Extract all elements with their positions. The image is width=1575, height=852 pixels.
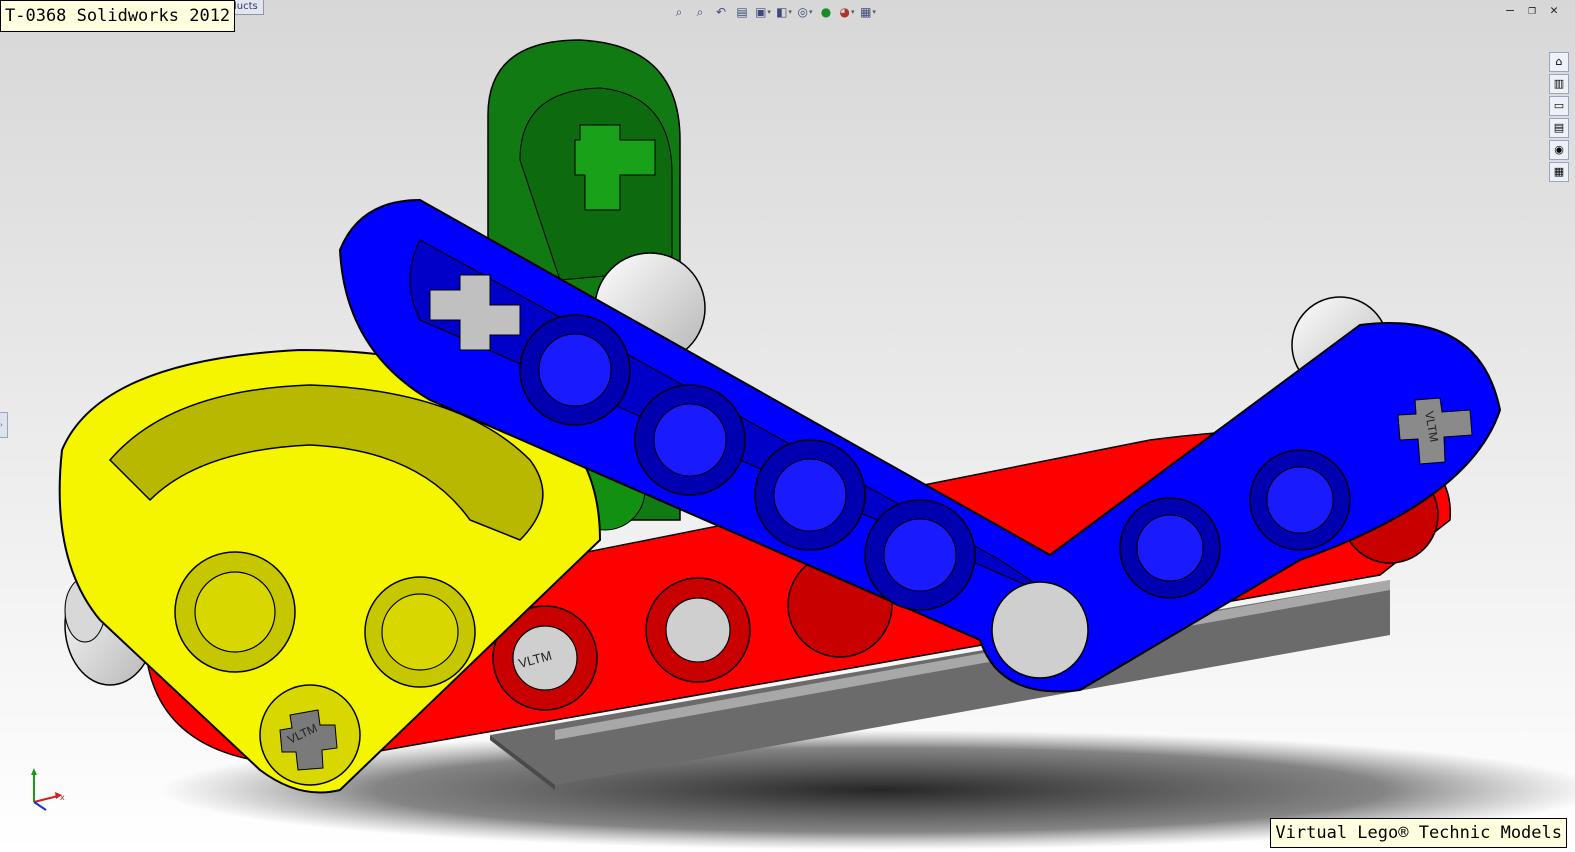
view-orientation-icon[interactable]: ▣ ▾ bbox=[754, 3, 772, 21]
section-view-icon[interactable]: ▤ bbox=[733, 3, 751, 21]
model-scene[interactable]: VLTM VLTM VLTM bbox=[0, 0, 1575, 852]
home-icon[interactable]: ⌂ bbox=[1549, 52, 1569, 72]
display-style-icon[interactable]: ◧ ▾ bbox=[775, 3, 793, 21]
zoom-to-fit-icon[interactable]: ⌕ bbox=[670, 3, 688, 21]
graphics-area[interactable]: VLTM VLTM VLTM T-0368 Solidworks 2012 od… bbox=[0, 0, 1575, 852]
file-explorer-icon[interactable]: ▭ bbox=[1549, 96, 1569, 116]
reference-triad-icon: x bbox=[31, 768, 65, 811]
design-library-icon[interactable]: ▥ bbox=[1549, 74, 1569, 94]
window-controls: – ❐ ✕ bbox=[1503, 4, 1561, 18]
task-pane: ⌂ ▥ ▭ ▤ ◉ ▦ bbox=[1549, 52, 1569, 182]
watermark-label: Virtual Lego® Technic Models bbox=[1270, 818, 1567, 848]
zoom-area-icon[interactable]: ⌕ bbox=[691, 3, 709, 21]
previous-view-icon[interactable]: ↶ bbox=[712, 3, 730, 21]
appearances-icon[interactable]: ◉ bbox=[1549, 140, 1569, 160]
view-palette-icon[interactable]: ▤ bbox=[1549, 118, 1569, 138]
restore-icon[interactable]: ❐ bbox=[1525, 4, 1539, 18]
view-settings-icon[interactable]: ▦ ▾ bbox=[859, 3, 877, 21]
edit-appearance-icon[interactable]: ● bbox=[817, 3, 835, 21]
hide-show-icon[interactable]: ◎ ▾ bbox=[796, 3, 814, 21]
panel-collapse-handle[interactable]: › bbox=[0, 412, 8, 438]
apply-scene-icon[interactable]: ◕ ▾ bbox=[838, 3, 856, 21]
model-id-label: T-0368 Solidworks 2012 bbox=[0, 0, 236, 32]
blue-beam-center-pin bbox=[991, 581, 1089, 679]
close-icon[interactable]: ✕ bbox=[1547, 4, 1561, 18]
custom-properties-icon[interactable]: ▦ bbox=[1549, 162, 1569, 182]
minimize-icon[interactable]: – bbox=[1503, 4, 1517, 18]
heads-up-view-toolbar: ⌕ ⌕ ↶ ▤ ▣ ▾ ◧ ▾ ◎ ▾ ● ◕ ▾ ▦ ▾ bbox=[670, 3, 877, 23]
svg-text:x: x bbox=[60, 793, 65, 802]
